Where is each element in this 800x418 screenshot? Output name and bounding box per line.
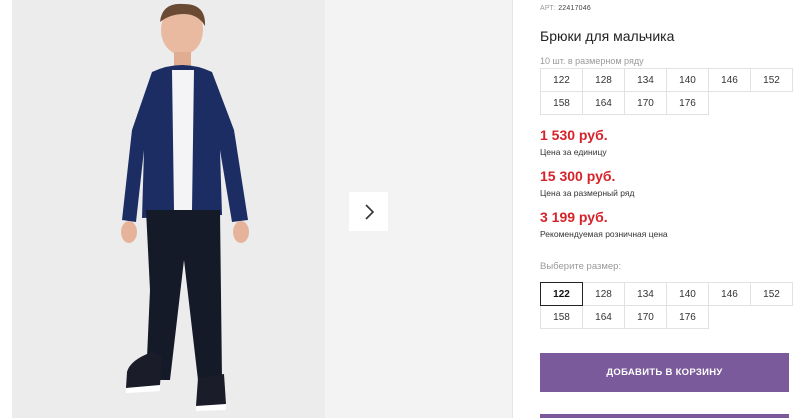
size-range-cell: 134 xyxy=(624,68,667,92)
retail-price-label: Рекомендуемая розничная цена xyxy=(540,229,668,239)
size-option[interactable]: 140 xyxy=(666,282,709,306)
size-range-cell: 122 xyxy=(540,68,583,92)
size-select-label: Выберите размер: xyxy=(540,261,622,272)
gallery-next-button[interactable] xyxy=(349,192,388,231)
add-to-cart-button[interactable]: ДОБАВИТЬ В КОРЗИНУ xyxy=(540,353,789,392)
product-photo xyxy=(121,3,249,411)
product-gallery xyxy=(0,0,512,418)
size-range-cell: 164 xyxy=(582,91,625,115)
size-range-cell: 152 xyxy=(750,68,793,92)
size-selector: 122 128 134 140 146 152 158 164 170 176 xyxy=(540,282,793,329)
size-option[interactable]: 134 xyxy=(624,282,667,306)
article-number: АРТ: 22417046 xyxy=(540,5,591,12)
size-range-cell: 176 xyxy=(666,91,709,115)
gallery-divider xyxy=(512,0,513,418)
size-range-cell: 170 xyxy=(624,91,667,115)
range-price: 15 300 руб. xyxy=(540,168,616,184)
size-option[interactable]: 158 xyxy=(540,305,583,329)
product-title: Брюки для мальчика xyxy=(540,28,675,44)
size-range-cell: 128 xyxy=(582,68,625,92)
size-option[interactable]: 176 xyxy=(666,305,709,329)
size-option[interactable]: 152 xyxy=(750,282,793,306)
size-option[interactable]: 170 xyxy=(624,305,667,329)
size-option[interactable]: 146 xyxy=(708,282,751,306)
unit-price-label: Цена за единицу xyxy=(540,147,607,157)
size-range-cell: 140 xyxy=(666,68,709,92)
article-label: АРТ: xyxy=(540,5,557,12)
size-range-cell: 146 xyxy=(708,68,751,92)
size-range-grid: 122 128 134 140 146 152 158 164 170 176 xyxy=(540,68,793,115)
article-value: 22417046 xyxy=(558,5,591,12)
size-range-note: 10 шт. в размерном ряду xyxy=(540,56,644,66)
secondary-button-edge[interactable] xyxy=(540,414,789,418)
size-option[interactable]: 122 xyxy=(540,282,583,306)
size-option[interactable]: 128 xyxy=(582,282,625,306)
unit-price: 1 530 руб. xyxy=(540,127,608,143)
range-price-label: Цена за размерный ряд xyxy=(540,188,635,198)
retail-price: 3 199 руб. xyxy=(540,209,608,225)
size-option[interactable]: 164 xyxy=(582,305,625,329)
chevron-right-icon xyxy=(364,203,374,220)
size-range-cell: 158 xyxy=(540,91,583,115)
